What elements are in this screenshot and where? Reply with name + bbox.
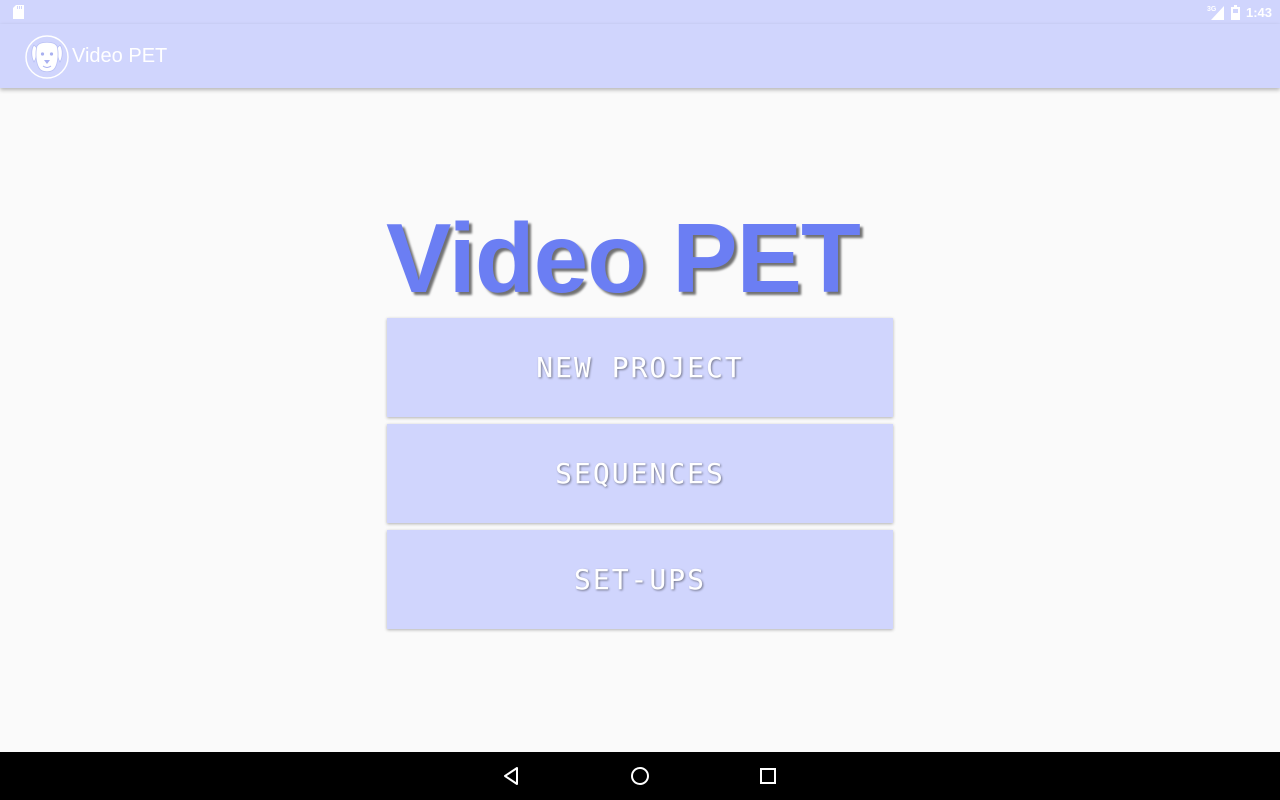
hero-title: Video PET bbox=[386, 203, 861, 313]
home-icon bbox=[631, 767, 649, 785]
network-type-label: 3G bbox=[1207, 6, 1217, 13]
action-bar: Video PET bbox=[0, 24, 1280, 88]
home-button[interactable] bbox=[624, 760, 656, 792]
back-icon bbox=[504, 767, 518, 785]
status-clock: 1:43 bbox=[1245, 4, 1272, 20]
sequences-button[interactable]: SEQUENCES bbox=[387, 424, 893, 523]
recents-icon bbox=[760, 768, 776, 784]
status-icons: 3G 1:43 bbox=[1207, 0, 1272, 24]
back-button[interactable] bbox=[496, 760, 528, 792]
sd-card-icon bbox=[13, 5, 24, 19]
status-bar: 3G 1:43 bbox=[0, 0, 1280, 24]
signal-icon: 3G bbox=[1207, 6, 1224, 20]
new-project-button[interactable]: NEW PROJECT bbox=[387, 318, 893, 417]
set-ups-button[interactable]: SET-UPS bbox=[387, 530, 893, 629]
battery-icon bbox=[1230, 4, 1240, 20]
dog-face-icon[interactable] bbox=[25, 35, 69, 79]
recents-button[interactable] bbox=[752, 760, 784, 792]
app-title: Video PET bbox=[72, 45, 168, 67]
navigation-bar bbox=[0, 752, 1280, 800]
